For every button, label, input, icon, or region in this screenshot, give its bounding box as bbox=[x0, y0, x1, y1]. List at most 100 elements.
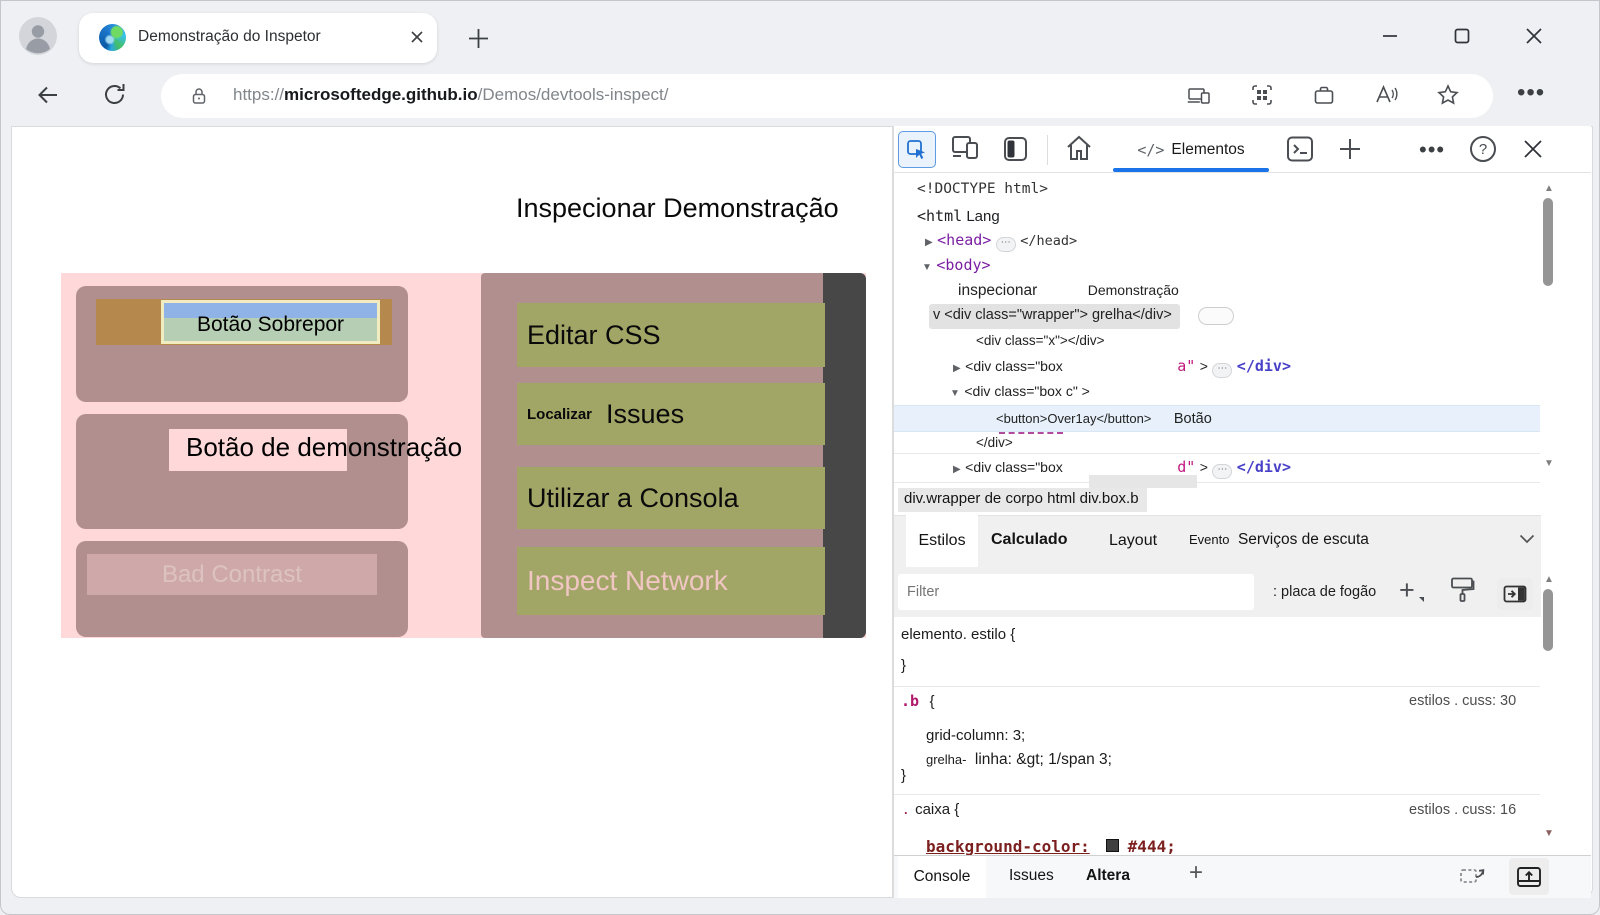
chevron-down-icon[interactable] bbox=[1519, 534, 1535, 544]
drawer-tab-changes[interactable]: Altera bbox=[1086, 867, 1130, 885]
scroll-down-icon[interactable]: ▼ bbox=[1544, 459, 1554, 469]
use-console-button[interactable]: Utilizar a Consola bbox=[517, 467, 825, 529]
text-demonstracao: Demonstração bbox=[1088, 282, 1179, 298]
dom-button-node[interactable]: <button>Over1ay</button> Botão bbox=[996, 410, 1212, 428]
rule-b[interactable]: .b { bbox=[901, 692, 935, 711]
send-to-devices-icon[interactable] bbox=[1187, 86, 1211, 106]
collapse-icon[interactable]: ▼ bbox=[950, 388, 960, 399]
rule-element-style[interactable]: elemento. estilo { bbox=[901, 626, 1015, 643]
close-icon[interactable] bbox=[1523, 25, 1545, 47]
dom-box-c[interactable]: ▼ <div class="box c" > bbox=[950, 383, 1090, 401]
help-icon[interactable]: ? bbox=[1468, 134, 1498, 164]
refresh-icon[interactable] bbox=[101, 81, 128, 108]
dom-scrollbar-thumb[interactable] bbox=[1543, 198, 1553, 286]
dom-head[interactable]: ▶ <head> ⋯ </head> bbox=[925, 231, 1077, 252]
restart-icon[interactable] bbox=[1459, 861, 1489, 887]
browser-tab[interactable]: Demonstração do Inspetor bbox=[79, 13, 437, 63]
dom-text-node[interactable]: inspecionar Demonstração bbox=[958, 282, 1179, 300]
device-emulation-icon[interactable] bbox=[950, 134, 982, 164]
overlay-button[interactable]: Botão Sobrepor bbox=[161, 300, 380, 344]
caixa-stylesheet-link[interactable]: estilos . cuss: 16 bbox=[1409, 802, 1516, 818]
page-title: Inspecionar Demonstração bbox=[516, 193, 839, 224]
dock-side-icon[interactable] bbox=[1001, 134, 1031, 164]
dom-wrapper-row[interactable]: v <div class="wrapper"> grelha</div> bbox=[929, 304, 1180, 329]
tab-computed[interactable]: Calculado bbox=[991, 531, 1067, 549]
dom-selected-row[interactable] bbox=[894, 405, 1540, 432]
computed-panel-icon[interactable] bbox=[1497, 578, 1533, 610]
scroll-up-icon[interactable]: ▲ bbox=[1544, 184, 1554, 194]
inline-expand-icon[interactable]: ⋯ bbox=[996, 237, 1016, 252]
grid-badge[interactable] bbox=[1198, 307, 1234, 325]
bad-contrast-label: Bad Contrast bbox=[162, 561, 302, 589]
bad-contrast-button[interactable]: Bad Contrast bbox=[87, 554, 377, 595]
expand-icon[interactable]: ▶ bbox=[953, 363, 961, 374]
edit-css-button[interactable]: Editar CSS bbox=[517, 303, 825, 367]
event-listeners-label: Serviços de escuta bbox=[1238, 531, 1369, 548]
tab-styles[interactable]: Estilos bbox=[906, 515, 978, 567]
breadcrumb-text: div.wrapper de corpo html div.box.b bbox=[904, 490, 1139, 507]
prop-grid-row[interactable]: grelha- linha: &gt; 1/span 3; bbox=[926, 751, 1112, 769]
expand-drawer-icon[interactable] bbox=[1509, 858, 1549, 895]
body-tag: <body> bbox=[936, 256, 990, 274]
expand-icon[interactable]: ▶ bbox=[953, 464, 961, 475]
filter-input[interactable] bbox=[898, 574, 1254, 610]
scroll-down-icon[interactable]: ▼ bbox=[1544, 829, 1554, 839]
new-style-rule-icon[interactable]: + bbox=[1399, 575, 1415, 606]
url-bar[interactable]: https://microsoftedge.github.io/Demos/de… bbox=[161, 74, 1493, 118]
dom-x-div[interactable]: <div class="x"></div> bbox=[976, 333, 1105, 348]
settings-menu-icon[interactable]: ••• bbox=[1517, 79, 1545, 107]
back-icon[interactable] bbox=[35, 82, 61, 108]
prop-grid-column[interactable]: grid-column: 3; bbox=[926, 727, 1025, 744]
tab-elements[interactable]: </> Elementos bbox=[1113, 127, 1269, 172]
collapse-icon[interactable]: ▼ bbox=[922, 262, 932, 273]
tab-close-icon[interactable] bbox=[409, 29, 425, 45]
b-stylesheet-link[interactable]: estilos . cuss: 30 bbox=[1409, 693, 1516, 709]
find-issues-small-label: Localizar bbox=[527, 406, 592, 423]
favorite-star-icon[interactable] bbox=[1437, 84, 1459, 106]
box-d-attr: d" bbox=[1177, 458, 1195, 476]
inline-expand-icon[interactable]: ⋯ bbox=[1212, 464, 1232, 479]
inspect-icon[interactable] bbox=[898, 131, 936, 168]
dom-close-div[interactable]: </div> bbox=[976, 435, 1013, 450]
workspaces-icon[interactable] bbox=[1313, 84, 1335, 106]
tab-layout[interactable]: Layout bbox=[1109, 532, 1157, 550]
expand-icon[interactable]: ▶ bbox=[925, 237, 933, 248]
brush-icon[interactable] bbox=[1449, 576, 1475, 604]
rule-divider bbox=[894, 794, 1540, 795]
hov-toggle[interactable]: : placa de fogão bbox=[1273, 584, 1376, 600]
home-icon[interactable] bbox=[1063, 133, 1095, 165]
head-tag: <head> bbox=[937, 231, 991, 249]
inspect-network-button[interactable]: Inspect Network bbox=[517, 547, 825, 615]
split-screen-icon[interactable] bbox=[1251, 84, 1273, 106]
dom-doctype[interactable]: <!DOCTYPE html> bbox=[917, 181, 1048, 197]
rule-caixa[interactable]: . caixa { bbox=[904, 801, 959, 819]
drawer-tab-issues[interactable]: Issues bbox=[1009, 867, 1054, 885]
drawer-tab-console[interactable]: Console bbox=[898, 856, 986, 898]
sources-console-icon[interactable] bbox=[1285, 135, 1315, 163]
bg-color-prop[interactable]: background-color: bbox=[926, 837, 1090, 855]
scroll-up-icon[interactable]: ▲ bbox=[1544, 575, 1554, 585]
add-panel-icon[interactable] bbox=[1337, 136, 1363, 162]
maximize-icon[interactable] bbox=[1451, 25, 1473, 47]
avatar[interactable] bbox=[19, 17, 57, 55]
styles-scrollbar-thumb[interactable] bbox=[1543, 589, 1553, 651]
button-label: Botão bbox=[1174, 411, 1212, 427]
minimize-icon[interactable] bbox=[1379, 25, 1401, 47]
drawer-add-tab-icon[interactable]: + bbox=[1189, 859, 1203, 887]
more-tools-icon[interactable]: ••• bbox=[1419, 137, 1445, 163]
devtools-divider[interactable] bbox=[892, 126, 894, 898]
new-tab-icon[interactable] bbox=[467, 27, 490, 50]
read-aloud-icon[interactable] bbox=[1375, 84, 1399, 106]
dom-box-a[interactable]: ▶ <div class="box a" > ⋯ </div> bbox=[953, 357, 1291, 378]
color-swatch[interactable] bbox=[1106, 839, 1119, 852]
box-d-close: </div> bbox=[1237, 458, 1291, 476]
inline-expand-icon[interactable]: ⋯ bbox=[1212, 363, 1232, 378]
devtools-close-icon[interactable] bbox=[1521, 137, 1545, 161]
dom-body[interactable]: ▼ <body> bbox=[922, 256, 991, 275]
head-close: </head> bbox=[1020, 233, 1077, 249]
tab-event-listeners[interactable]: Evento Serviços de escuta bbox=[1189, 531, 1369, 549]
breadcrumb[interactable]: div.wrapper de corpo html div.box.b bbox=[898, 488, 1147, 512]
demo-button-label: Botão de demonstração bbox=[186, 432, 462, 463]
dom-html[interactable]: <html Lang bbox=[917, 207, 1000, 225]
find-issues-button[interactable]: Localizar Issues bbox=[517, 383, 825, 445]
